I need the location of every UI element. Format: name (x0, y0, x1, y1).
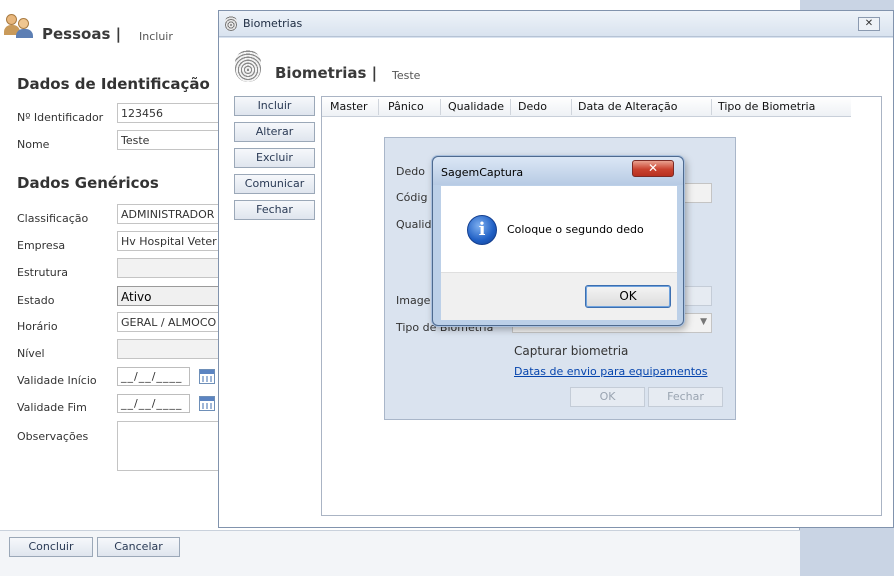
datas-envio-link[interactable]: Datas de envio para equipamentos (514, 365, 707, 378)
column-tipo-biometria[interactable]: Tipo de Biometria (718, 100, 815, 113)
label-validade-fim: Validade Fim (17, 401, 87, 414)
comunicar-button[interactable]: Comunicar (234, 174, 315, 194)
section-genericos: Dados Genéricos (17, 174, 159, 192)
column-master[interactable]: Master (330, 100, 368, 113)
column-data-alteracao[interactable]: Data de Alteração (578, 100, 677, 113)
label-estado: Estado (17, 294, 55, 307)
nome-input[interactable]: Teste (117, 130, 222, 150)
fingerprint-icon (235, 50, 261, 82)
alterar-button[interactable]: Alterar (234, 122, 315, 142)
panel-fechar-button[interactable]: Fechar (648, 387, 723, 407)
nivel-input[interactable] (117, 339, 222, 359)
section-identificacao: Dados de Identificação (17, 75, 210, 93)
info-icon: i (467, 215, 497, 245)
close-icon[interactable]: ✕ (632, 160, 674, 177)
horario-input[interactable]: GERAL / ALMOCO (117, 312, 222, 332)
label-validade-inicio: Validade Início (17, 374, 97, 387)
label-estrutura: Estrutura (17, 266, 69, 279)
observacoes-textarea[interactable] (117, 421, 222, 471)
biometrias-subtitle: Teste (392, 69, 421, 82)
chevron-down-icon: ▼ (700, 317, 707, 327)
biometrias-titlebar: Biometrias ✕ (219, 11, 893, 37)
label-nome: Nome (17, 138, 50, 151)
excluir-button[interactable]: Excluir (234, 148, 315, 168)
incluir-button[interactable]: Incluir (234, 96, 315, 116)
page-subtitle: Incluir (139, 30, 173, 43)
concluir-button[interactable]: Concluir (9, 537, 93, 557)
dialog-message: Coloque o segundo dedo (507, 223, 644, 236)
label-qualidade: Qualid (396, 218, 432, 231)
pessoas-footer: Concluir Cancelar (0, 530, 800, 576)
label-horario: Horário (17, 320, 58, 333)
page-title: Pessoas | (42, 25, 122, 43)
identificador-input[interactable]: 123456 (117, 103, 222, 123)
label-dedo: Dedo (396, 165, 425, 178)
column-dedo[interactable]: Dedo (518, 100, 547, 113)
dialog-footer: OK (441, 272, 677, 320)
classificacao-input[interactable]: ADMINISTRADOR (117, 204, 222, 224)
close-icon[interactable]: ✕ (858, 17, 880, 31)
dialog-body: i Coloque o segundo dedo (441, 186, 677, 272)
label-codigo: Códig (396, 191, 428, 204)
users-icon (4, 12, 34, 38)
grid-header: Master Pânico Qualidade Dedo Data de Alt… (322, 97, 851, 117)
fingerprint-icon (225, 16, 237, 31)
label-imagem: Image (396, 294, 431, 307)
calendar-icon[interactable] (199, 396, 215, 411)
biometrias-window-title: Biometrias (243, 17, 303, 30)
cancelar-button[interactable]: Cancelar (97, 537, 180, 557)
label-empresa: Empresa (17, 239, 66, 252)
estado-select[interactable]: Ativo (117, 286, 222, 306)
column-qualidade[interactable]: Qualidade (448, 100, 504, 113)
column-panico[interactable]: Pânico (388, 100, 424, 113)
panel-ok-button[interactable]: OK (570, 387, 645, 407)
dialog-titlebar: SagemCaptura ✕ (433, 157, 683, 185)
biometrias-title: Biometrias | (275, 64, 378, 82)
dialog-title: SagemCaptura (441, 166, 524, 179)
estrutura-input[interactable] (117, 258, 222, 278)
validade-fim-input[interactable]: __/__/____ (117, 394, 190, 413)
ok-button[interactable]: OK (585, 285, 671, 308)
label-nivel: Nível (17, 347, 45, 360)
calendar-icon[interactable] (199, 369, 215, 384)
label-observacoes: Observações (17, 430, 89, 443)
label-classificacao: Classificação (17, 212, 89, 225)
validade-inicio-input[interactable]: __/__/____ (117, 367, 190, 386)
capturar-biometria-text[interactable]: Capturar biometria (514, 344, 628, 358)
label-identificador: Nº Identificador (17, 111, 104, 124)
fechar-button[interactable]: Fechar (234, 200, 315, 220)
empresa-input[interactable]: Hv Hospital Veter (117, 231, 222, 251)
sagemcaptura-dialog: SagemCaptura ✕ i Coloque o segundo dedo … (432, 156, 684, 326)
